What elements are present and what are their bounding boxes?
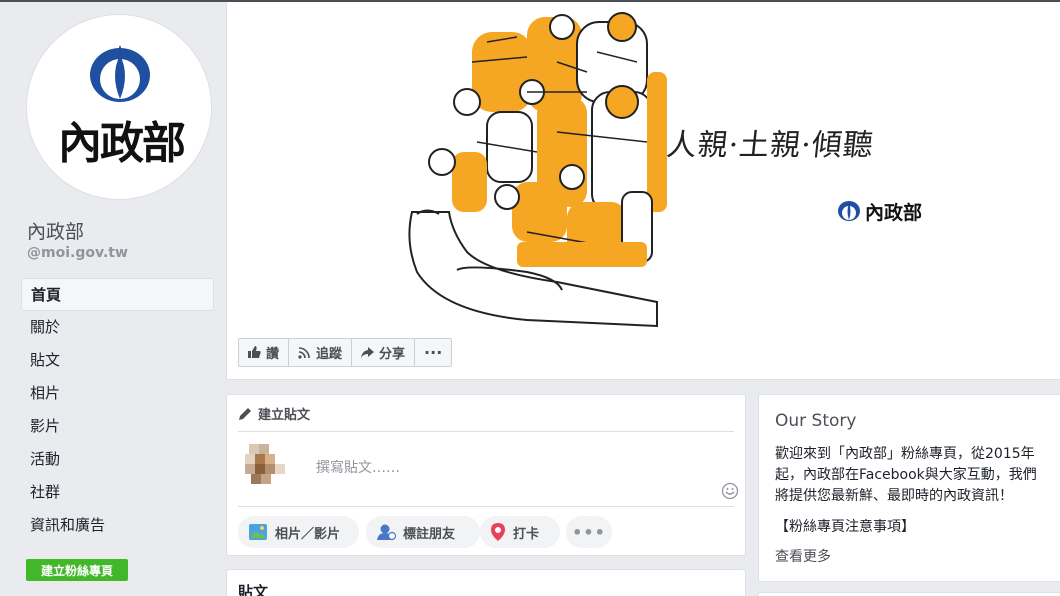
- sidebar-item-events[interactable]: 活動: [21, 443, 214, 476]
- more-dots-icon: ···: [424, 343, 443, 362]
- photo-video-label: 相片／影片: [275, 526, 341, 542]
- create-post-card: 建立貼文 撰寫貼文…… 相片／影片 標註朋友 打卡 •••: [226, 394, 746, 556]
- sidebar-item-about[interactable]: 關於: [21, 311, 214, 344]
- post-composer-input[interactable]: 撰寫貼文……: [316, 457, 400, 477]
- page-handle[interactable]: @moi.gov.tw: [27, 245, 128, 261]
- story-body: 歡迎來到「內政部」粉絲專頁，從2015年 起，內政部在Facebook與大家互動…: [775, 446, 1037, 504]
- cover-photo[interactable]: 人親·土親·傾聽 內政部: [227, 2, 1060, 328]
- more-actions-button[interactable]: ···: [415, 339, 451, 366]
- tag-friends-icon: [377, 524, 396, 541]
- sidebar-item-posts[interactable]: 貼文: [21, 344, 214, 377]
- sidebar-item-info-ads[interactable]: 資訊和廣告: [21, 509, 214, 542]
- like-label: 讚: [266, 347, 280, 362]
- page-name: 內政部: [27, 221, 85, 243]
- left-column: 內政部 內政部 @moi.gov.tw 首頁 關於 貼文 相片 影片 活動 社群…: [0, 0, 226, 596]
- cover-card: 人親·土親·傾聽 內政部 讚 追蹤 分享 ···: [226, 2, 1060, 380]
- sidebar-item-community[interactable]: 社群: [21, 476, 214, 509]
- share-button[interactable]: 分享: [352, 339, 416, 366]
- posts-title: 貼文: [238, 583, 269, 596]
- tag-friends-label: 標註朋友: [403, 526, 456, 542]
- check-in-label: 打卡: [513, 526, 540, 542]
- like-button[interactable]: 讚: [239, 339, 290, 366]
- follow-button[interactable]: 追蹤: [289, 339, 353, 366]
- more-options-button[interactable]: •••: [566, 516, 612, 548]
- user-avatar[interactable]: [241, 442, 287, 488]
- rss-icon: [298, 347, 310, 359]
- create-page-button[interactable]: 建立粉絲專頁: [26, 559, 128, 581]
- photo-video-button[interactable]: 相片／影片: [238, 516, 359, 548]
- sidebar-nav: 首頁 關於 貼文 相片 影片 活動 社群 資訊和廣告: [21, 278, 214, 542]
- tag-friends-button[interactable]: 標註朋友: [366, 516, 480, 548]
- location-pin-icon: [491, 523, 505, 541]
- profile-picture[interactable]: 內政部: [26, 14, 212, 200]
- create-post-header: 建立貼文: [238, 404, 310, 423]
- cover-logo-text: 內政部: [865, 202, 923, 224]
- sidebar-item-videos[interactable]: 影片: [21, 410, 214, 443]
- story-note: 【粉絲專頁注意事項】: [775, 519, 915, 535]
- share-label: 分享: [379, 347, 406, 362]
- next-card: [758, 592, 1060, 596]
- emoji-icon[interactable]: [721, 482, 739, 500]
- create-post-title: 建立貼文: [258, 408, 311, 423]
- pencil-icon: [239, 407, 251, 420]
- divider: [238, 506, 734, 507]
- divider: [238, 431, 734, 432]
- story-title: Our Story: [775, 411, 857, 431]
- posts-card: 貼文: [226, 569, 746, 596]
- cover-logo-icon: [838, 201, 860, 221]
- follow-label: 追蹤: [316, 347, 343, 362]
- check-in-button[interactable]: 打卡: [480, 516, 560, 548]
- page-action-bar: 讚 追蹤 分享 ···: [238, 338, 453, 367]
- share-arrow-icon: [361, 347, 375, 358]
- more-dots-icon: •••: [572, 522, 606, 542]
- see-more-link[interactable]: 查看更多: [775, 546, 831, 566]
- sidebar-item-home[interactable]: 首頁: [21, 278, 214, 311]
- sidebar-item-photos[interactable]: 相片: [21, 377, 214, 410]
- photo-icon: [249, 524, 267, 540]
- thumbs-up-icon: [248, 346, 261, 358]
- cover-illustration: [408, 12, 667, 328]
- profile-logo-text: 內政部: [58, 118, 186, 169]
- cover-slogan: 人親·土親·傾聽: [664, 128, 876, 163]
- our-story-card: Our Story 歡迎來到「內政部」粉絲專頁，從2015年 起，內政部在Fac…: [758, 394, 1060, 582]
